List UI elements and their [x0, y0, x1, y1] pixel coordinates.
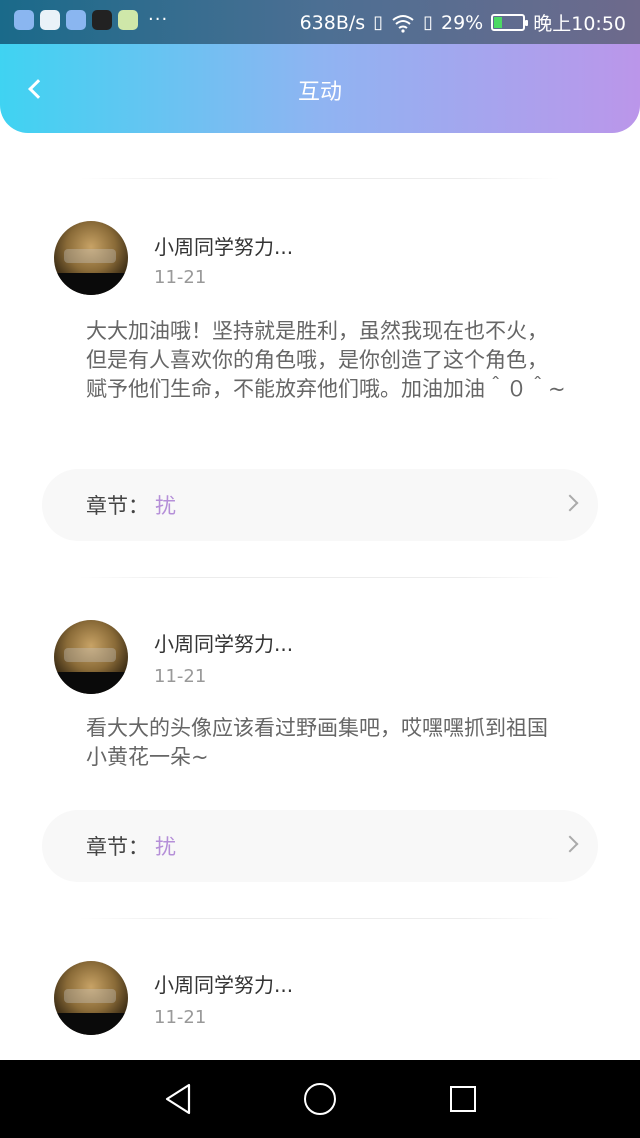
notification-icons: ···	[14, 10, 168, 30]
avatar[interactable]	[54, 961, 128, 1035]
battery-percent: 29%	[441, 11, 484, 34]
interaction-list[interactable]: 小周同学努力... 11-21 大大加油哦！坚持就是胜利，虽然我现在也不火，但是…	[0, 150, 640, 1060]
capcut-icon	[92, 10, 112, 30]
chevron-right-icon	[561, 835, 579, 853]
clock: 晚上10:50	[533, 13, 626, 35]
vibrate-icon: ▯	[373, 12, 384, 33]
qq-icon	[40, 10, 60, 30]
battery-icon	[491, 14, 529, 31]
system-nav-bar	[0, 1060, 640, 1138]
header-background: ··· 638B/s ▯ ▯ 29% 晚上10:50 互动	[0, 0, 640, 133]
avatar[interactable]	[54, 620, 128, 694]
chapter-name: 扰	[155, 494, 176, 518]
status-bar: ··· 638B/s ▯ ▯ 29% 晚上10:50	[0, 0, 640, 44]
list-item: 小周同学努力... 11-21 大大加油哦！坚持就是胜利，虽然我现在也不火，但是…	[0, 179, 640, 577]
sim-alert-icon: ▯	[423, 12, 433, 33]
comment-text: 大大加油哦！坚持就是胜利，虽然我现在也不火，但是有人喜欢你的角色哦，是你创造了这…	[86, 319, 566, 401]
browser-icon	[14, 10, 34, 30]
network-speed: 638B/s	[299, 11, 366, 34]
user-name[interactable]: 小周同学努力...	[154, 969, 293, 998]
chevron-right-icon	[561, 494, 579, 512]
post-date: 11-21	[154, 1007, 207, 1028]
chapter-label: 章节：	[86, 835, 149, 859]
chapter-link[interactable]: 章节： 扰	[42, 469, 598, 541]
user-name[interactable]: 小周同学努力...	[154, 231, 293, 260]
post-date: 11-21	[154, 666, 207, 687]
post-date: 11-21	[154, 267, 207, 288]
nav-home-icon[interactable]	[304, 1083, 336, 1115]
list-item: 小周同学努力... 11-21 看大大的头像应该看过野画集吧，哎嘿嘿抓到祖国小黄…	[0, 578, 640, 918]
list-item: 小周同学努力... 11-21	[0, 919, 640, 1060]
app-header: 互动	[0, 44, 640, 133]
avatar[interactable]	[54, 221, 128, 295]
nav-recent-icon[interactable]	[450, 1086, 476, 1112]
music-icon	[66, 10, 86, 30]
more-notifications-icon: ···	[148, 9, 169, 30]
page-title: 互动	[297, 80, 342, 105]
comment-text: 看大大的头像应该看过野画集吧，哎嘿嘿抓到祖国小黄花一朵~	[86, 716, 548, 769]
app-icon	[118, 10, 138, 30]
wifi-icon	[392, 14, 414, 33]
chapter-label: 章节：	[86, 494, 149, 518]
chapter-link[interactable]: 章节： 扰	[42, 810, 598, 882]
chapter-name: 扰	[155, 835, 176, 859]
nav-back-icon[interactable]	[163, 1083, 193, 1115]
user-name[interactable]: 小周同学努力...	[154, 628, 293, 657]
